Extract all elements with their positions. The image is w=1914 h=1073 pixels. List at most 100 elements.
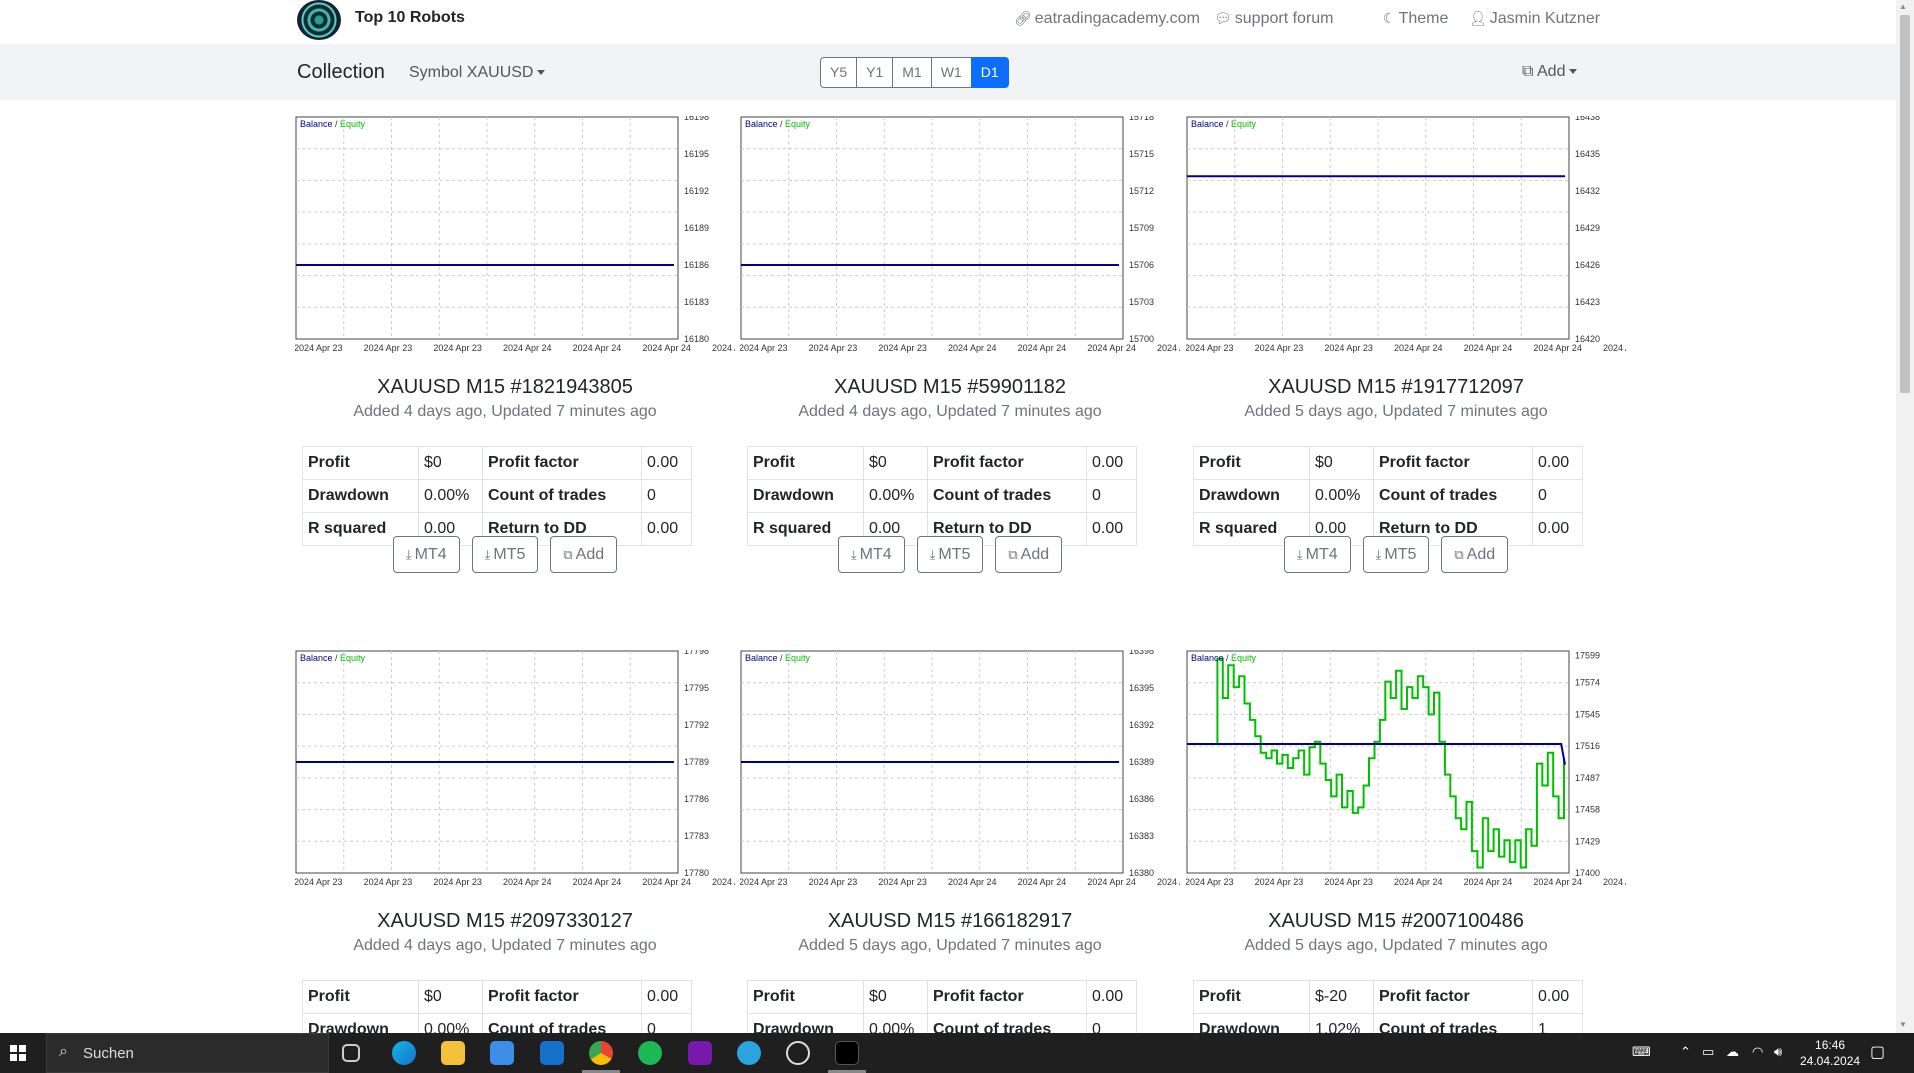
file-explorer-icon[interactable] <box>441 1041 465 1065</box>
support-forum-link[interactable]: 💬︎ support forum <box>1214 10 1334 28</box>
add-to-collection-button[interactable]: ⧉Add <box>550 536 618 573</box>
download-mt4-button[interactable]: ⤓MT4 <box>837 536 905 573</box>
x-tick-label: 2024 Apr 23 <box>433 877 482 887</box>
usb-icon[interactable]: ▭ <box>1702 1044 1714 1060</box>
scroll-down-icon[interactable]: ▼ <box>1899 1020 1907 1029</box>
download-mt5-button[interactable]: ⤓MT5 <box>1362 536 1430 573</box>
balance-equity-chart[interactable]: 15718 15715 15712 15709 15706 15703 15700 2024 … <box>740 116 1180 356</box>
download-icon: ⤓ <box>850 547 857 562</box>
y-tick-label: 16423 <box>1575 297 1600 307</box>
scrollbar-thumb[interactable] <box>1900 15 1910 393</box>
balance-equity-chart[interactable]: 17798 17795 17792 17789 17786 17783 17780 2024 … <box>295 650 735 890</box>
x-tick-label: 2024 Apr 23 <box>878 877 927 887</box>
x-tick-label: 2024 Apr 24 <box>712 877 735 887</box>
keyboard-icon[interactable]: ⌨ <box>1632 1044 1651 1060</box>
download-mt5-button[interactable]: ⤓MT5 <box>471 536 539 573</box>
stat-value-count-of-trades: 0 <box>1532 479 1583 513</box>
y-tick-label: 17792 <box>684 720 709 730</box>
stat-value-count-of-trades: 0 <box>1086 479 1137 513</box>
timeframe-button-w1[interactable]: W1 <box>930 57 972 88</box>
x-tick-label: 2024 Apr 23 <box>1255 877 1304 887</box>
volume-icon[interactable]: 🔊︎ <box>1774 1044 1782 1060</box>
robot-title[interactable]: XAUUSD M15 #1821943805 <box>295 376 715 399</box>
balance-equity-chart[interactable]: 16398 16395 16392 16389 16386 16383 16380 2024 … <box>740 650 1180 890</box>
brand-logo[interactable] <box>297 0 341 40</box>
y-tick-label: 16432 <box>1575 186 1600 196</box>
legend-equity: Equity <box>340 119 366 129</box>
stat-label-count-of-trades: Count of trades <box>927 479 1087 513</box>
y-tick-label: 16426 <box>1575 260 1600 270</box>
balance-equity-chart[interactable]: 16438 16435 16432 16429 16426 16423 16420 2024 … <box>1186 116 1626 356</box>
robot-title[interactable]: XAUUSD M15 #2007100486 <box>1186 910 1606 933</box>
y-tick-label: 17458 <box>1575 805 1600 815</box>
symbol-dropdown[interactable]: Symbol XAUUSD <box>409 64 546 82</box>
stat-value-drawdown: 0.00% <box>863 479 928 513</box>
legend-equity: Equity <box>1231 119 1257 129</box>
add-to-collection-button[interactable]: ⧉Add <box>995 536 1063 573</box>
chevron-up-icon[interactable]: ⌃ <box>1680 1044 1691 1060</box>
download-mt4-button[interactable]: ⤓MT4 <box>392 536 460 573</box>
theme-toggle[interactable]: ☾ Theme <box>1383 10 1448 28</box>
robot-title[interactable]: XAUUSD M15 #59901182 <box>740 376 1160 399</box>
taskbar-search[interactable]: ⌕ Suchen <box>46 1033 329 1073</box>
onenote-icon[interactable] <box>688 1041 712 1065</box>
notifications-icon[interactable]: ▢ <box>1870 1042 1885 1062</box>
y-tick-label: 17487 <box>1575 773 1600 783</box>
timeframe-button-y5[interactable]: Y5 <box>820 57 858 88</box>
x-tick-label: 2024 Apr 24 <box>1394 877 1443 887</box>
trading-terminal-icon[interactable] <box>835 1041 859 1065</box>
edge-icon[interactable] <box>392 1041 416 1065</box>
robot-title[interactable]: XAUUSD M15 #1917712097 <box>1186 376 1606 399</box>
balance-equity-chart[interactable]: 16198 16195 16192 16189 16186 16183 16180 2024 … <box>295 116 735 356</box>
x-tick-label: 2024 Apr 24 <box>1464 343 1513 353</box>
download-mt5-button[interactable]: ⤓MT5 <box>916 536 984 573</box>
stat-value-count-of-trades: 0 <box>641 479 692 513</box>
y-tick-label: 15706 <box>1129 260 1154 270</box>
y-tick-label: 16429 <box>1575 223 1600 233</box>
spotify-icon[interactable] <box>638 1041 662 1065</box>
legend-equity: Equity <box>340 653 366 663</box>
stat-label-profit: Profit <box>747 446 864 480</box>
wifi-icon[interactable]: ◠ <box>1752 1044 1763 1060</box>
chrome-icon[interactable] <box>589 1041 613 1065</box>
user-menu[interactable]: 👤︎ Jasmin Kutzner <box>1469 10 1600 28</box>
scroll-up-icon[interactable]: ▲ <box>1899 2 1907 11</box>
windows-start-icon[interactable] <box>10 1045 26 1061</box>
site-link[interactable]: 🔗︎ eatradingacademy.com <box>1014 10 1200 28</box>
y-tick-label: 16435 <box>1575 149 1600 159</box>
add-dropdown[interactable]: ⧉ Add <box>1522 63 1578 81</box>
robot-title[interactable]: XAUUSD M15 #166182917 <box>740 910 1160 933</box>
download-mt4-button[interactable]: ⤓MT4 <box>1283 536 1351 573</box>
legend-balance: Balance <box>1191 653 1224 663</box>
y-tick-label: 16383 <box>1129 831 1154 841</box>
cloud-icon[interactable]: ☁ <box>1726 1044 1739 1060</box>
task-view-icon[interactable] <box>342 1044 360 1062</box>
telegram-icon[interactable] <box>737 1041 761 1065</box>
card-actions: ⤓MT4 ⤓MT5 ⧉Add <box>740 536 1160 573</box>
brand-name[interactable]: Top 10 Robots <box>355 9 465 27</box>
legend-separator: / <box>333 119 341 129</box>
y-tick-label: 16398 <box>1129 650 1154 656</box>
page: Top 10 Robots 🔗︎ eatradingacademy.com 💬︎ s… <box>0 0 1914 1073</box>
timeframe-button-m1[interactable]: M1 <box>892 57 932 88</box>
legend-separator: / <box>1224 653 1232 663</box>
download-icon: ⤓ <box>1375 547 1382 562</box>
y-tick-label: 17786 <box>684 794 709 804</box>
y-tick-label: 16389 <box>1129 757 1154 767</box>
x-tick-label: 2024 Apr 23 <box>1324 877 1373 887</box>
timeframe-button-d1[interactable]: D1 <box>970 57 1009 88</box>
legend-balance: Balance <box>300 119 333 129</box>
link-icon: 🔗︎ <box>1014 10 1032 26</box>
timeframe-button-y1[interactable]: Y1 <box>856 57 894 88</box>
button-label: MT5 <box>1384 546 1417 563</box>
robot-title[interactable]: XAUUSD M15 #2097330127 <box>295 910 715 933</box>
outlook-icon[interactable] <box>540 1041 564 1065</box>
caret-down-icon <box>537 70 546 76</box>
x-tick-label: 2024 Apr 24 <box>1087 343 1136 353</box>
obs-icon[interactable] <box>786 1041 810 1065</box>
balance-equity-chart[interactable]: 17599 17574 17545 17516 17487 17458 17429 17400… <box>1186 650 1626 890</box>
add-to-collection-button[interactable]: ⧉Add <box>1441 536 1509 573</box>
store-icon[interactable] <box>490 1041 514 1065</box>
taskbar-clock[interactable]: 16:46 24.04.2024 <box>1800 1037 1860 1069</box>
robot-updated-info: Added 4 days ago, Updated 7 minutes ago <box>353 403 657 420</box>
